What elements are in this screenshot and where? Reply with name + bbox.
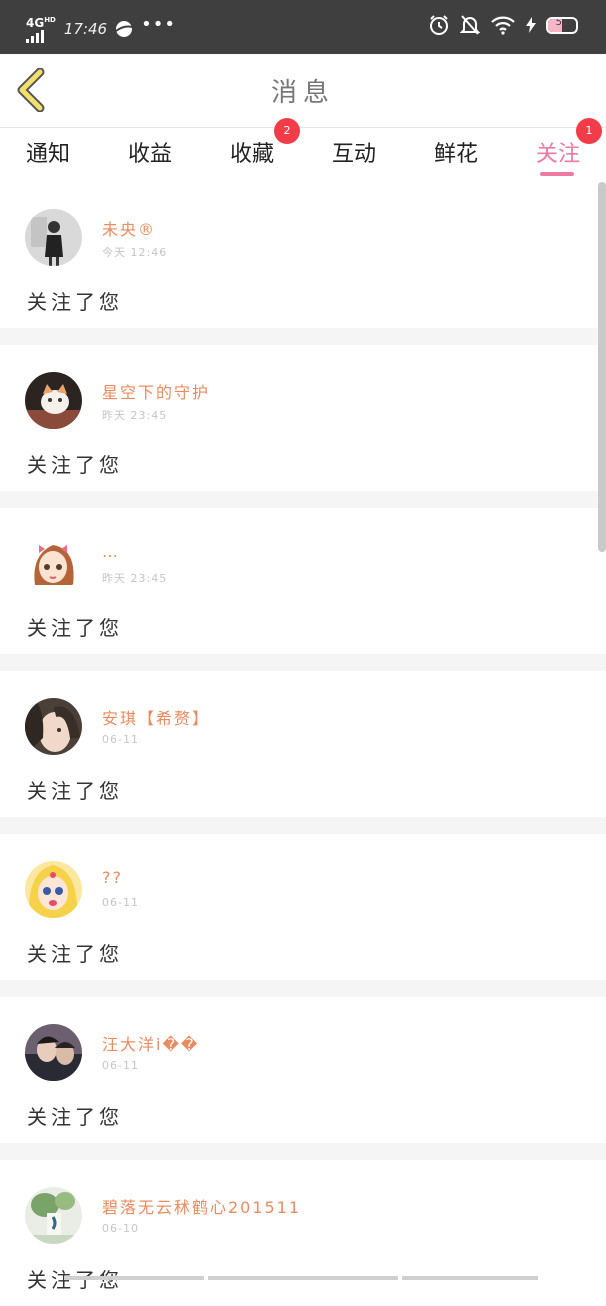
wifi-icon — [491, 16, 515, 35]
battery-level: 51 — [555, 16, 569, 28]
tab-label: 互动 — [332, 142, 377, 167]
username[interactable]: 安琪【希赘】 — [102, 705, 210, 729]
username[interactable]: 未央® — [102, 216, 156, 240]
header: 消息 — [0, 54, 606, 128]
tab-label: 鲜花 — [434, 142, 479, 167]
signal-bars-icon — [26, 30, 56, 43]
avatar[interactable] — [25, 1024, 82, 1081]
tab-interactions[interactable]: 互动 — [332, 136, 376, 168]
nav-gesture-bar — [208, 1276, 398, 1280]
status-left: 4GHD 17:46 ••• — [26, 14, 176, 43]
username[interactable]: … — [102, 542, 120, 561]
message-item[interactable]: ?? 06-11 关注了您 — [0, 834, 606, 980]
mute-bell-icon — [460, 15, 480, 35]
tab-label: 关注 — [536, 142, 581, 167]
message-item[interactable]: 汪大洋i�� 06-11 关注了您 — [0, 997, 606, 1143]
network-indicator: 4GHD — [26, 14, 56, 43]
message-time: 昨天 23:45 — [102, 572, 168, 585]
active-tab-indicator — [540, 172, 574, 176]
message-time: 昨天 23:45 — [102, 409, 168, 422]
nav-gesture-bar — [64, 1276, 204, 1280]
tab-flowers[interactable]: 鲜花 — [434, 136, 478, 168]
tab-label: 收藏 — [230, 142, 275, 167]
scrollbar[interactable] — [598, 182, 606, 552]
avatar[interactable] — [25, 1187, 82, 1244]
network-label: 4G — [26, 16, 45, 30]
avatar[interactable] — [25, 372, 82, 429]
message-text: 关注了您 — [27, 1105, 123, 1129]
follows-badge: 1 — [576, 118, 602, 144]
message-text: 关注了您 — [27, 616, 123, 640]
avatar[interactable] — [25, 861, 82, 918]
alarm-icon — [430, 15, 448, 35]
tab-bar: 通知 收益 收藏 2 互动 鲜花 关注 1 — [0, 118, 606, 182]
planet-icon — [115, 20, 133, 37]
network-sup: HD — [44, 16, 56, 24]
message-time: 今天 12:46 — [102, 246, 168, 259]
tab-notifications[interactable]: 通知 — [26, 136, 70, 168]
message-item[interactable]: 星空下的守护 昨天 23:45 关注了您 — [0, 345, 606, 491]
clock-time: 17:46 — [63, 19, 108, 38]
avatar[interactable] — [25, 698, 82, 755]
message-item[interactable]: … 昨天 23:45 关注了您 — [0, 508, 606, 654]
message-text: 关注了您 — [27, 779, 123, 803]
tab-label: 通知 — [26, 142, 71, 167]
charging-icon — [526, 17, 536, 33]
tab-earnings[interactable]: 收益 — [128, 136, 172, 168]
message-time: 06-11 — [102, 733, 139, 746]
nav-gesture-bar — [402, 1276, 538, 1280]
message-item[interactable]: 安琪【希赘】 06-11 关注了您 — [0, 671, 606, 817]
tab-favorites[interactable]: 收藏 — [230, 136, 274, 168]
message-text: 关注了您 — [27, 942, 123, 966]
avatar[interactable] — [25, 535, 82, 592]
username[interactable]: 星空下的守护 — [102, 379, 210, 403]
message-item[interactable]: 未央® 今天 12:46 关注了您 — [0, 182, 606, 328]
battery-icon: 51 — [546, 16, 578, 34]
message-text: 关注了您 — [27, 290, 123, 314]
status-bar: 4GHD 17:46 ••• 51 — [0, 0, 606, 54]
message-text: 关注了您 — [27, 453, 123, 477]
page-title: 消息 — [270, 78, 335, 108]
status-right: 51 — [428, 14, 578, 36]
tab-follows[interactable]: 关注 — [536, 136, 580, 168]
message-time: 06-11 — [102, 1059, 139, 1072]
username[interactable]: 碧落无云秫鹤心201511 — [102, 1194, 301, 1218]
username[interactable]: 汪大洋i�� — [102, 1031, 199, 1055]
avatar[interactable] — [25, 209, 82, 266]
message-time: 06-10 — [102, 1222, 139, 1235]
message-item[interactable]: 碧落无云秫鹤心201511 06-10 关注了您 — [0, 1160, 606, 1306]
more-status: ••• — [141, 14, 176, 35]
message-time: 06-11 — [102, 896, 139, 909]
username[interactable]: ?? — [102, 868, 123, 887]
favorites-badge: 2 — [274, 118, 300, 144]
tab-label: 收益 — [128, 142, 173, 167]
